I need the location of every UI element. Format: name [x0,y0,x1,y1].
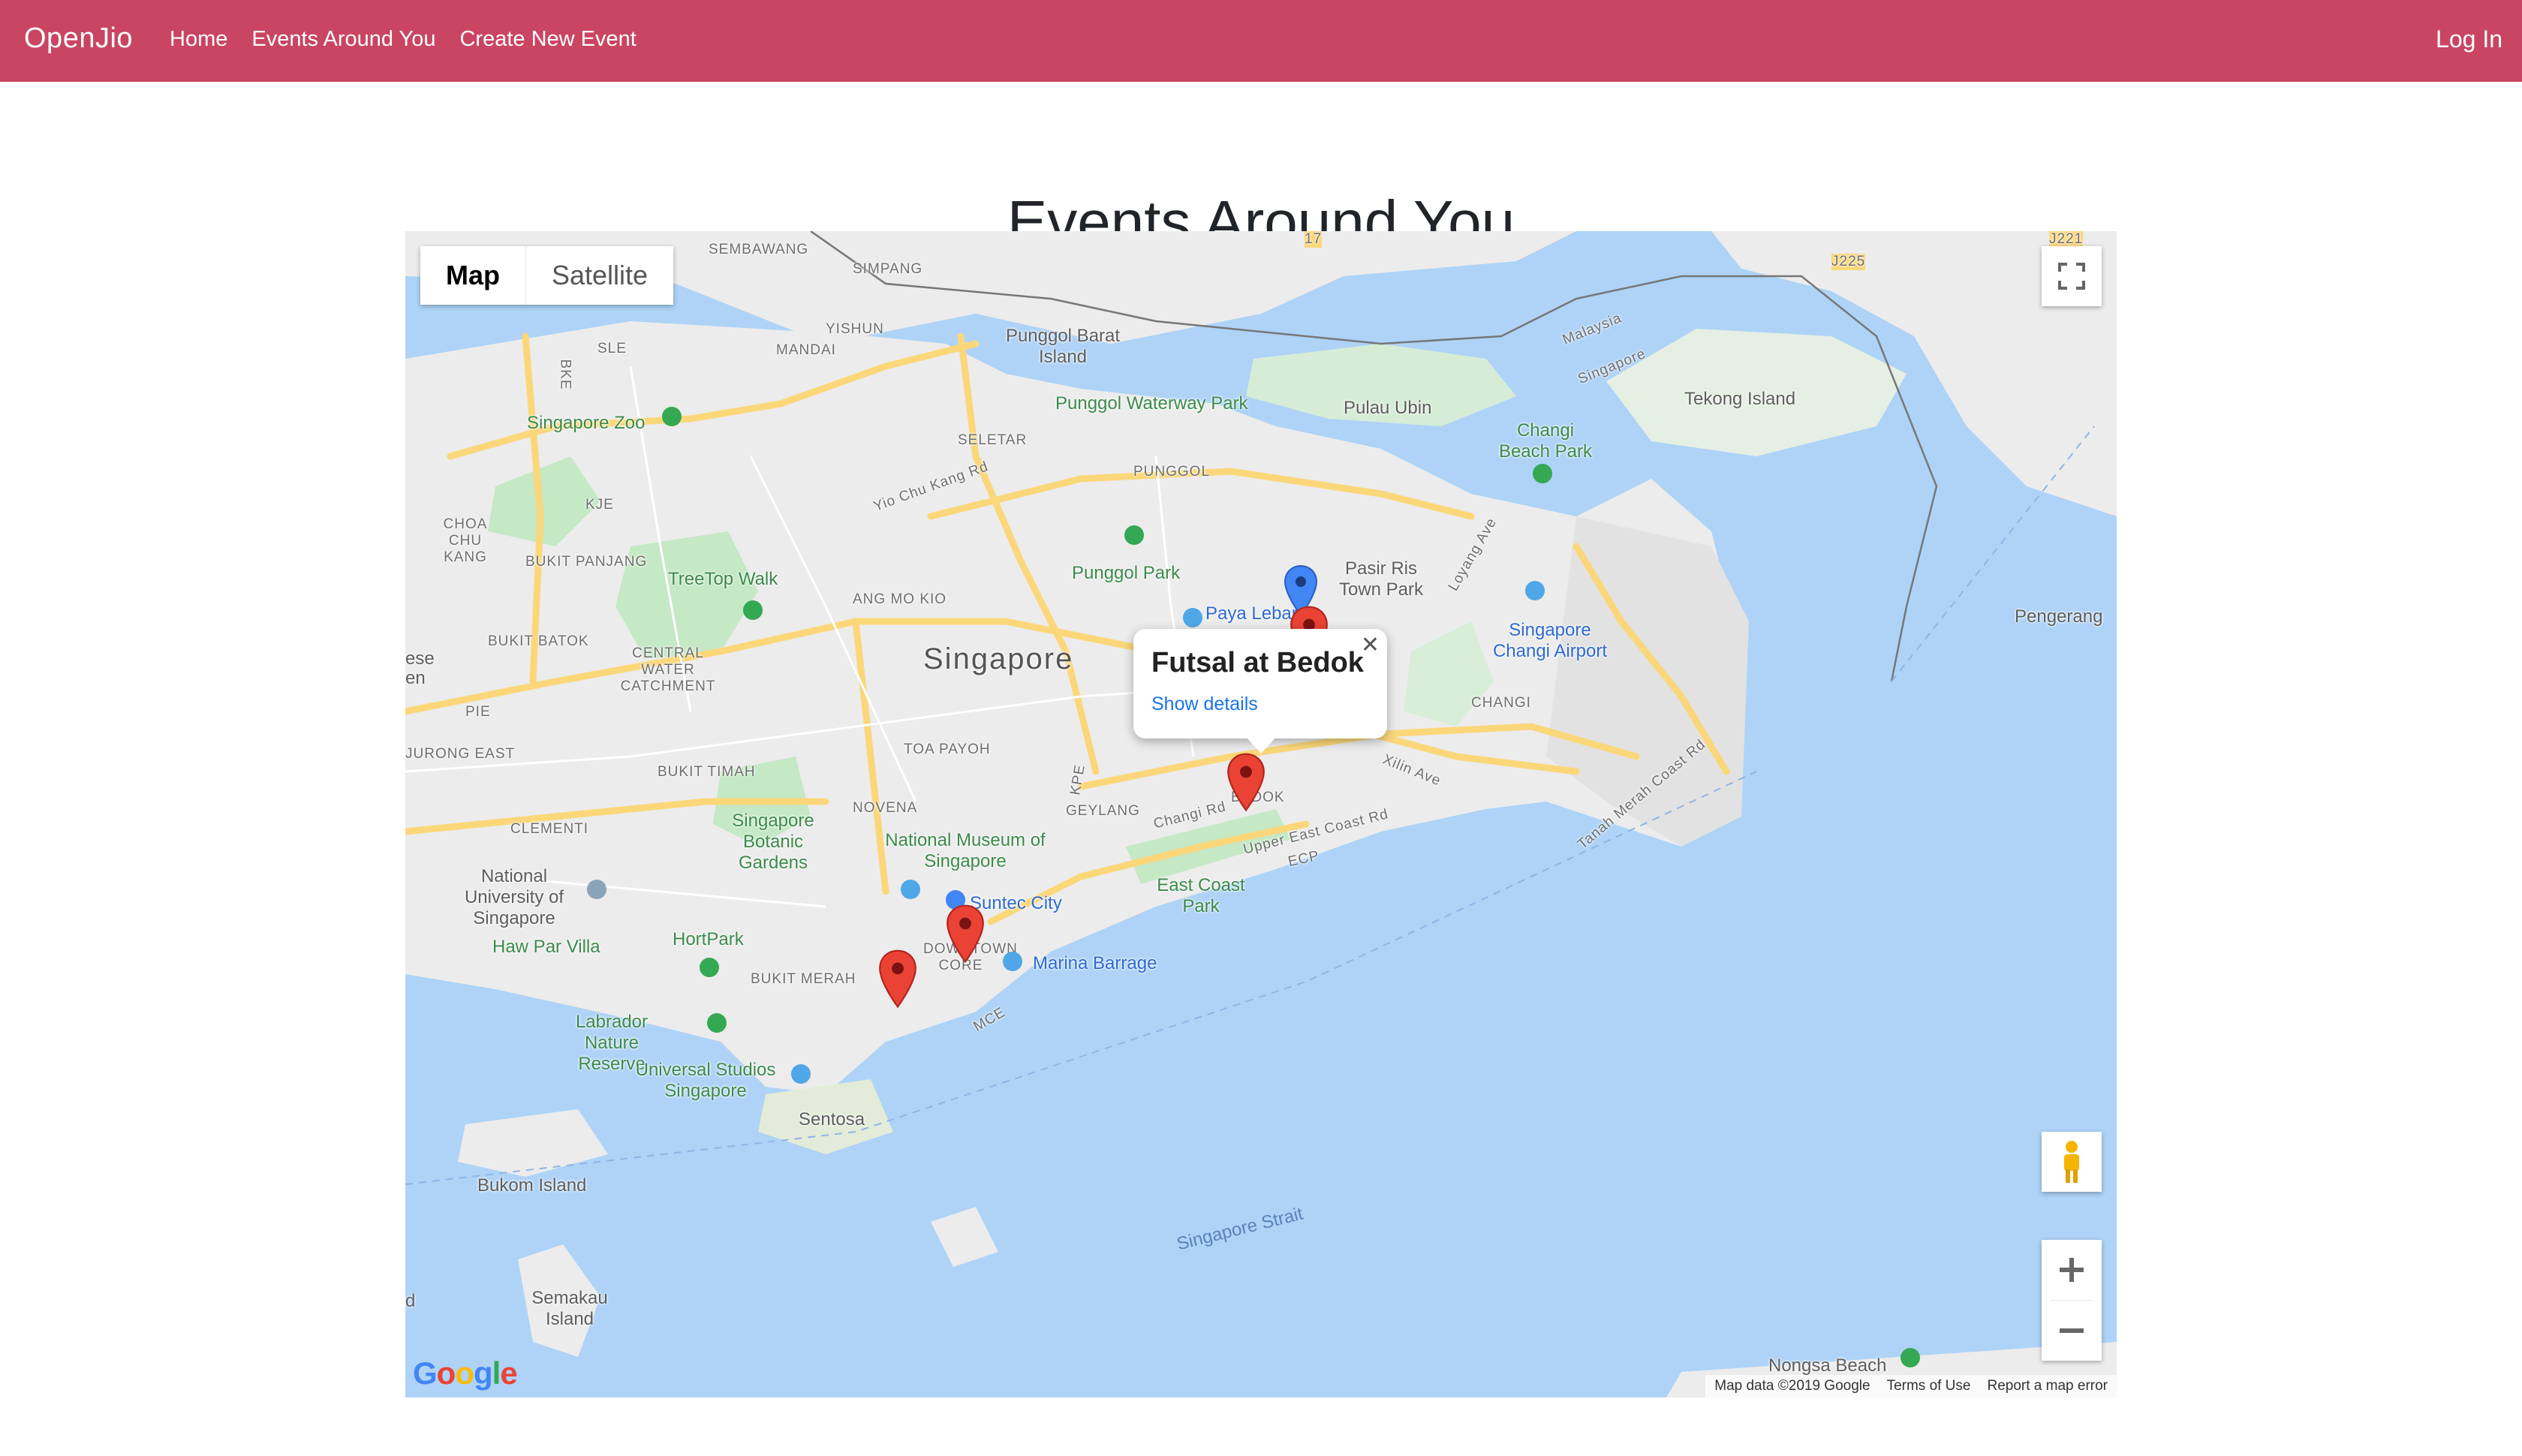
hortpark-poi-icon[interactable] [698,956,721,979]
map-label-bukit-timah: BUKIT TIMAH [658,764,756,780]
nongsa-poi-icon[interactable] [1899,1346,1922,1369]
map-label-simpang: SIMPANG [853,261,923,277]
map-label-ese: ese [405,648,435,669]
fullscreen-button[interactable] [2042,246,2102,306]
labrador-poi-icon[interactable] [706,1012,728,1034]
zoom-in-button[interactable] [2042,1240,2102,1300]
marina-barrage-poi-icon[interactable] [1001,950,1024,973]
map-label-sentosa: Sentosa [799,1109,865,1130]
map-label-changi-beach: Changi Beach Park [1498,420,1593,462]
map-label-universal: Universal Studios Singapore [635,1060,776,1101]
map-label-zoo: Singapore Zoo [527,413,646,433]
map-label-bukit-batok: BUKIT BATOK [488,633,589,649]
map-label-changi-airport: Singapore Changi Airport [1492,620,1608,661]
map-label-east-coast-park: East Coast Park [1157,875,1245,916]
map-label-national-museum: National Museum of Singapore [885,830,1046,871]
map-label-j221: J221 [2049,231,2084,248]
map-label-j225: J225 [1831,254,1866,270]
changi-beach-poi-icon[interactable] [1531,462,1554,485]
nus-poi-icon[interactable] [585,878,608,901]
map-label-pulau-ubin: Pulau Ubin [1344,398,1432,418]
map-label-bke: BKE [557,359,573,390]
map-label-central-water: CENTRAL WATER CATCHMENT [620,645,716,694]
fullscreen-icon [2058,263,2085,290]
map-label-punggol-park: Punggol Park [1072,563,1181,583]
map-label-semakau: Semakau Island [531,1288,608,1329]
museum-poi-icon[interactable] [899,878,922,901]
zoom-out-button[interactable] [2042,1301,2102,1361]
nav-events-around-you[interactable]: Events Around You [251,27,435,52]
map-label-nus: National University of Singapore [464,866,564,928]
map-label-bukom: Bukom Island [477,1175,587,1196]
map-label-sembawang: SEMBAWANG [709,242,809,257]
map-label-kje: KJE [585,497,614,513]
nav-create-new-event[interactable]: Create New Event [459,27,636,52]
map-label-17: 17 [1305,231,1323,248]
map-label-hortpark: HortPark [673,929,744,949]
navbar: OpenJio Home Events Around You Create Ne… [0,0,2522,82]
map-label-punggol-barat: Punggol Barat Island [1005,326,1121,367]
map-label-marina-barrage: Marina Barrage [1033,953,1157,973]
map-label-sle: SLE [597,341,627,356]
punggol-park-poi-icon[interactable] [1123,524,1145,546]
map-label-pasir-ris: Pasir Ris Town Park [1338,558,1424,600]
map-label-clementi: CLEMENTI [510,821,589,837]
map-label-botanic: Singapore Botanic Gardens [732,811,814,873]
map-label-punggol-waterway: Punggol Waterway Park [1055,393,1248,414]
map-label-punggol: PUNGGOL [1133,464,1211,480]
brand-logo[interactable]: OpenJio [24,23,133,55]
zoom-control [2042,1240,2102,1361]
zoo-poi-icon[interactable] [661,405,683,428]
map-label-haw-par: Haw Par Villa [492,937,600,957]
street-view-pegman[interactable] [2042,1132,2102,1192]
google-logo[interactable]: Google [413,1355,518,1391]
nav-home[interactable]: Home [170,27,227,52]
close-icon[interactable]: ✕ [1361,632,1380,658]
universal-poi-icon[interactable] [790,1063,812,1085]
map-label-bukit-merah: BUKIT MERAH [751,971,856,987]
map-data-attribution: Map data ©2019 Google [1714,1378,1870,1394]
changi-airport-icon[interactable] [1524,579,1546,602]
map-type-map-button[interactable]: Map [420,246,526,305]
pegman-icon [2064,1141,2079,1183]
map-view[interactable]: SEMBAWANG SIMPANG YISHUN MANDAI Punggol … [405,231,2117,1397]
map-label-singapore: Singapore [923,642,1074,675]
map-label-novena: NOVENA [853,800,918,816]
paya-lebar-airport-icon[interactable] [1181,606,1204,629]
map-label-changi: CHANGI [1471,695,1531,711]
map-type-control: Map Satellite [420,246,674,305]
map-label-jurong-east: JURONG EAST [405,746,516,762]
park-poi-icon[interactable] [742,599,764,621]
report-map-error-link[interactable]: Report a map error [1987,1378,2108,1394]
map-label-toa-payoh: TOA PAYOH [904,742,991,757]
map-label-bukit-panjang: BUKIT PANJANG [525,554,648,570]
map-label-yishun: YISHUN [826,321,884,337]
event-marker-bedok[interactable] [1226,752,1266,812]
minus-icon [2060,1328,2084,1333]
nav-links: Home Events Around You Create New Event [170,27,637,52]
login-link[interactable]: Log In [2436,26,2502,53]
map-label-ang-mo-kio: ANG MO KIO [853,591,947,607]
map-label-mandai: MANDAI [776,342,836,358]
map-label-tekong: Tekong Island [1684,389,1796,409]
info-window-title: Futsal at Bedok [1151,647,1364,678]
map-label-d: d [405,1291,416,1311]
plus-icon [2060,1258,2084,1282]
map-label-choa-chu-kang: CHOA CHU KANG [443,516,488,565]
map-footer: Map data ©2019 Google Terms of Use Repor… [1705,1375,2117,1397]
map-label-treetop: TreeTop Walk [668,569,778,589]
map-label-en: en [405,668,426,688]
map-label-pengerang: Pengerang [2015,606,2103,627]
map-label-seletar: SELETAR [958,432,1028,448]
map-label-pie: PIE [465,704,491,720]
event-marker-downtown[interactable] [946,904,985,964]
map-label-geylang: GEYLANG [1066,803,1140,819]
terms-of-use-link[interactable]: Terms of Use [1887,1378,1971,1394]
map-label-nongsa: Nongsa Beach [1768,1355,1887,1376]
info-window-tail [1246,737,1276,754]
event-marker-bukit-merah[interactable] [878,949,917,1009]
show-details-link[interactable]: Show details [1151,693,1258,715]
map-type-satellite-button[interactable]: Satellite [526,246,673,305]
info-window: Futsal at Bedok Show details ✕ [1133,629,1387,754]
